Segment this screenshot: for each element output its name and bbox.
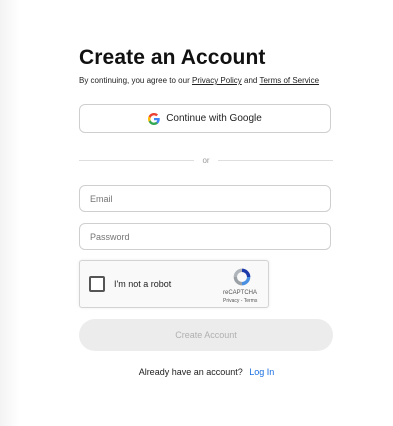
page-title: Create an Account	[79, 46, 266, 69]
login-prompt: Already have an account? Log In	[0, 367, 393, 377]
recaptcha-label: I'm not a robot	[114, 279, 172, 289]
login-prompt-text: Already have an account?	[138, 367, 243, 377]
or-divider: or	[79, 154, 333, 166]
terms-prefix: By continuing, you agree to our	[79, 76, 190, 85]
divider-line-right	[217, 159, 333, 161]
privacy-policy-link[interactable]: Privacy Policy	[192, 76, 242, 85]
divider-text: or	[202, 155, 210, 165]
divider-line-left	[79, 159, 195, 161]
email-field[interactable]	[79, 185, 331, 212]
password-field[interactable]	[79, 223, 331, 250]
log-in-link[interactable]: Log In	[249, 367, 274, 377]
google-icon	[148, 112, 160, 125]
terms-notice: By continuing, you agree to our Privacy …	[79, 76, 319, 85]
recaptcha-privacy-terms[interactable]: Privacy - Terms	[223, 298, 257, 304]
continue-with-google-button[interactable]: Continue with Google	[79, 104, 331, 133]
recaptcha-checkbox[interactable]	[89, 276, 105, 292]
terms-and: and	[244, 76, 258, 85]
left-shade	[0, 0, 20, 426]
recaptcha-logo-icon	[233, 268, 251, 286]
recaptcha-brand: reCAPTCHA	[223, 290, 258, 296]
recaptcha-widget: I'm not a robot reCAPTCHA Privacy - Term…	[79, 260, 269, 308]
terms-of-service-link[interactable]: Terms of Service	[259, 76, 319, 85]
google-button-label: Continue with Google	[166, 113, 262, 124]
create-account-button[interactable]: Create Account	[79, 319, 333, 351]
